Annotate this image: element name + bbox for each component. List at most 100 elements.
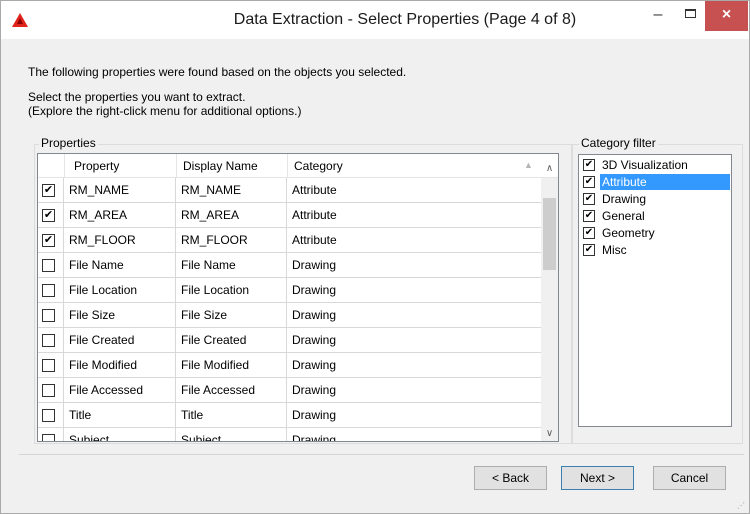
row-checkbox[interactable]: ✔ [42, 234, 55, 247]
category-item[interactable]: ✔ General [581, 208, 731, 225]
table-row[interactable]: File Name File Name Drawing [38, 253, 541, 278]
row-checkbox[interactable] [42, 334, 55, 347]
category-checkbox[interactable]: ✔ [583, 176, 595, 188]
resize-grip-icon[interactable]: ⋰ [737, 501, 747, 511]
row-checkbox-cell[interactable] [38, 278, 64, 303]
row-checkbox[interactable]: ✔ [42, 209, 55, 222]
category-item[interactable]: ✔ Attribute [581, 174, 731, 191]
category-item[interactable]: ✔ Geometry [581, 225, 731, 242]
row-checkbox-cell[interactable] [38, 303, 64, 328]
table-row[interactable]: Subject Subject Drawing [38, 428, 541, 441]
category-cell: Drawing [292, 258, 337, 272]
properties-grid[interactable]: Property Display Name Category ▲ ✔ RM_NAM… [37, 153, 559, 442]
maximize-icon [684, 8, 696, 18]
display-name-cell[interactable]: RM_AREA [176, 203, 287, 228]
category-label: Attribute [600, 174, 730, 190]
category-item[interactable]: ✔ Drawing [581, 191, 731, 208]
category-cell: Drawing [292, 333, 337, 347]
maximize-button[interactable] [675, 1, 705, 31]
row-checkbox-cell[interactable] [38, 353, 64, 378]
column-header-display-name[interactable]: Display Name [183, 159, 258, 173]
category-label: Drawing [602, 192, 647, 206]
table-row[interactable]: File Created File Created Drawing [38, 328, 541, 353]
category-checkbox[interactable]: ✔ [583, 193, 595, 205]
close-button[interactable]: × [705, 1, 748, 31]
category-cell: Drawing [292, 358, 337, 372]
display-name-cell[interactable]: File Location [176, 278, 287, 303]
row-checkbox-cell[interactable] [38, 403, 64, 428]
property-cell: File Created [64, 328, 176, 353]
property-cell: File Modified [64, 353, 176, 378]
sort-ascending-icon: ▲ [524, 160, 533, 170]
row-checkbox[interactable] [42, 409, 55, 422]
properties-group-label: Properties [39, 136, 98, 150]
property-cell: File Location [64, 278, 176, 303]
property-cell: File Accessed [64, 378, 176, 403]
intro-text: The following properties were found base… [28, 65, 407, 79]
display-name-cell[interactable]: RM_FLOOR [176, 228, 287, 253]
vertical-scrollbar[interactable]: ∧ ∨ [541, 163, 558, 441]
table-row[interactable]: File Modified File Modified Drawing [38, 353, 541, 378]
scroll-up-icon[interactable]: ∧ [541, 160, 558, 177]
row-checkbox-cell[interactable]: ✔ [38, 203, 64, 228]
display-name-cell[interactable]: RM_NAME [176, 178, 287, 203]
category-checkbox[interactable]: ✔ [583, 159, 595, 171]
table-row[interactable]: File Size File Size Drawing [38, 303, 541, 328]
row-checkbox-cell[interactable] [38, 378, 64, 403]
display-name-cell[interactable]: Title [176, 403, 287, 428]
category-checkbox[interactable]: ✔ [583, 244, 595, 256]
row-checkbox[interactable] [42, 434, 55, 441]
row-checkbox[interactable] [42, 284, 55, 297]
category-cell: Drawing [292, 308, 337, 322]
category-item[interactable]: ✔ 3D Visualization [581, 157, 731, 174]
display-name-cell[interactable]: File Created [176, 328, 287, 353]
divider [19, 454, 744, 455]
row-checkbox-cell[interactable]: ✔ [38, 228, 64, 253]
title-bar: Data Extraction - Select Properties (Pag… [1, 1, 749, 39]
category-cell: Drawing [292, 408, 337, 422]
row-checkbox-cell[interactable]: ✔ [38, 178, 64, 203]
category-label: 3D Visualization [602, 158, 688, 172]
table-row[interactable]: ✔ RM_AREA RM_AREA Attribute [38, 203, 541, 228]
property-cell: RM_AREA [64, 203, 176, 228]
table-row[interactable]: ✔ RM_FLOOR RM_FLOOR Attribute [38, 228, 541, 253]
cancel-button[interactable]: Cancel [653, 466, 726, 490]
category-label: General [602, 209, 645, 223]
category-filter-list[interactable]: ✔ 3D Visualization ✔ Attribute ✔ Drawing ✔ Gene… [578, 154, 732, 427]
category-cell: Attribute [292, 208, 337, 222]
category-checkbox[interactable]: ✔ [583, 210, 595, 222]
row-checkbox[interactable] [42, 309, 55, 322]
row-checkbox-cell[interactable] [38, 428, 64, 441]
table-row[interactable]: File Location File Location Drawing [38, 278, 541, 303]
column-header-property[interactable]: Property [74, 159, 119, 173]
row-checkbox[interactable] [42, 384, 55, 397]
instruction-text: Select the properties you want to extrac… [28, 90, 246, 104]
table-row[interactable]: File Accessed File Accessed Drawing [38, 378, 541, 403]
row-checkbox[interactable]: ✔ [42, 184, 55, 197]
display-name-cell[interactable]: File Size [176, 303, 287, 328]
row-checkbox[interactable] [42, 259, 55, 272]
header-separator [287, 154, 288, 178]
category-label: Misc [602, 243, 627, 257]
display-name-cell[interactable]: File Modified [176, 353, 287, 378]
next-button[interactable]: Next > [561, 466, 634, 490]
column-header-category[interactable]: Category [294, 159, 343, 173]
scroll-down-icon[interactable]: ∨ [541, 425, 558, 441]
row-checkbox[interactable] [42, 359, 55, 372]
table-row[interactable]: Title Title Drawing [38, 403, 541, 428]
minimize-button[interactable]: – [641, 1, 675, 31]
category-checkbox[interactable]: ✔ [583, 227, 595, 239]
table-row[interactable]: ✔ RM_NAME RM_NAME Attribute [38, 178, 541, 203]
back-button[interactable]: < Back [474, 466, 547, 490]
display-name-cell[interactable]: Subject [176, 428, 287, 441]
row-checkbox-cell[interactable] [38, 328, 64, 353]
row-checkbox-cell[interactable] [38, 253, 64, 278]
display-name-cell[interactable]: File Name [176, 253, 287, 278]
category-item[interactable]: ✔ Misc [581, 242, 731, 259]
property-cell: File Name [64, 253, 176, 278]
property-cell: Title [64, 403, 176, 428]
display-name-cell[interactable]: File Accessed [176, 378, 287, 403]
property-cell: RM_FLOOR [64, 228, 176, 253]
category-cell: Attribute [292, 233, 337, 247]
scrollbar-thumb[interactable] [543, 198, 556, 270]
